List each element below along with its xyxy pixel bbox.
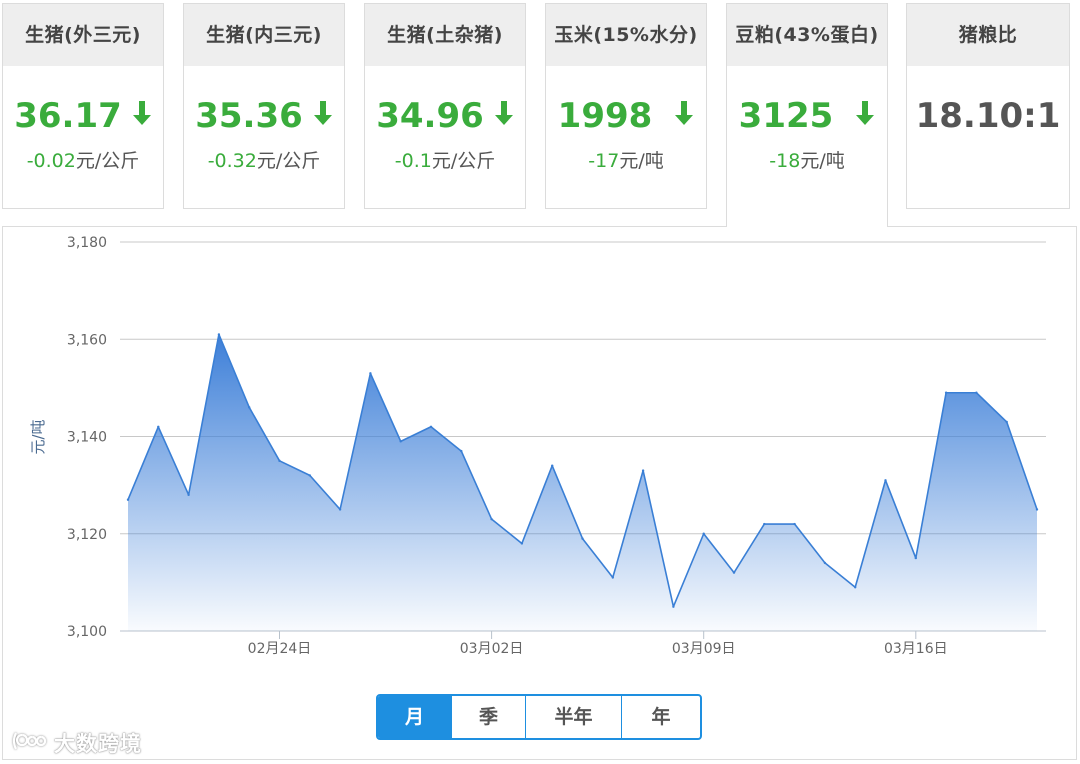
card-title: 豆粕(43%蛋白) (727, 4, 887, 66)
card-change: -18元/吨 (769, 150, 845, 172)
y-axis-label: 元/吨 (29, 419, 47, 454)
data-point (490, 517, 493, 521)
data-point (369, 372, 372, 375)
price-chart: 3,100 3,120 3,140 3,160 3,180 02月24日 03月02日 03月… (29, 235, 1046, 657)
data-point (854, 586, 857, 589)
period-half-year-button[interactable]: 半年 (526, 696, 622, 738)
x-tick-label: 03月16日 (884, 641, 948, 657)
period-month-button[interactable]: 月 (378, 696, 452, 738)
period-quarter-button[interactable]: 季 (452, 696, 526, 738)
x-tick-label: 02月24日 (248, 641, 312, 657)
arrow-down-icon (855, 95, 875, 135)
data-point (763, 522, 766, 526)
period-year-button[interactable]: 年 (622, 696, 700, 738)
y-tick-label: 3,160 (67, 332, 107, 348)
data-point (793, 522, 796, 526)
y-tick-label: 3,180 (67, 235, 107, 251)
data-point (914, 556, 917, 560)
data-point (248, 406, 251, 409)
data-point (1005, 420, 1008, 424)
data-point (884, 479, 887, 482)
data-point (641, 469, 645, 472)
x-tick-label: 03月02日 (460, 641, 524, 657)
watermark-text: 大数跨境 (54, 732, 142, 756)
y-tick-label: 3,100 (67, 624, 107, 640)
data-point (126, 498, 130, 501)
data-point (702, 532, 705, 535)
watermark-logo-icon (10, 729, 54, 758)
data-point (308, 474, 311, 477)
data-point (581, 537, 584, 540)
data-point (672, 605, 675, 608)
watermark: 大数跨境 (10, 728, 142, 758)
data-point (429, 425, 433, 428)
data-point (975, 391, 978, 394)
data-point (460, 449, 463, 453)
data-point (520, 542, 524, 545)
period-toggle: 月 季 半年 年 (376, 694, 702, 740)
card-price: 3125 (727, 96, 887, 136)
data-point (944, 391, 948, 394)
y-tick-label: 3,140 (67, 430, 107, 446)
data-point (187, 493, 190, 497)
data-point (399, 440, 402, 443)
data-point (338, 508, 342, 511)
data-point (611, 576, 614, 579)
data-point (217, 333, 221, 336)
data-point (157, 425, 160, 428)
area-fill (128, 334, 1037, 631)
x-tick-label: 03月09日 (672, 641, 736, 657)
data-point (551, 464, 554, 467)
data-point (732, 571, 736, 574)
data-point (823, 561, 827, 565)
data-point (278, 459, 281, 463)
card-soybean-meal[interactable]: 豆粕(43%蛋白) 3125 -18元/吨 (726, 3, 888, 227)
data-point (1035, 508, 1039, 511)
y-tick-label: 3,120 (67, 527, 107, 543)
